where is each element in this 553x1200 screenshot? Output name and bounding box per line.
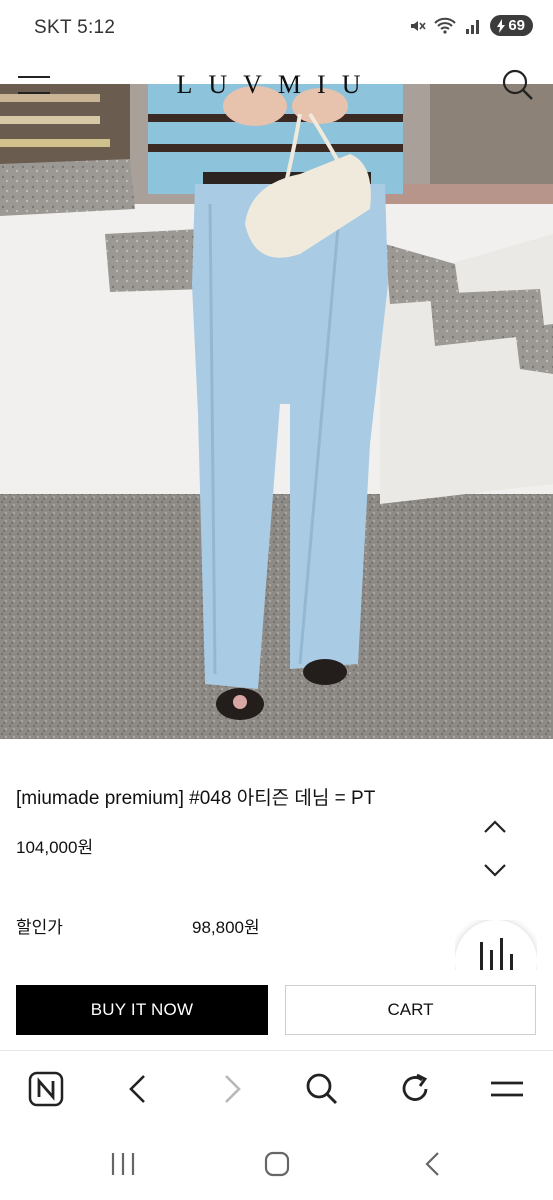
floating-action-button[interactable] bbox=[455, 920, 537, 970]
brand-logo[interactable]: LUVMIU bbox=[0, 70, 553, 100]
sale-price-label: 할인가 bbox=[16, 918, 63, 937]
product-price: 104,000원 bbox=[16, 838, 94, 857]
product-image[interactable] bbox=[0, 84, 553, 739]
site-header: LUVMIU bbox=[0, 56, 553, 100]
status-icons: 69 bbox=[408, 15, 533, 36]
bar-chart-icon bbox=[480, 938, 513, 970]
naver-icon[interactable] bbox=[26, 1069, 66, 1109]
browser-toolbar bbox=[0, 1051, 553, 1127]
recent-apps-icon[interactable] bbox=[108, 1149, 138, 1179]
cart-button[interactable]: CART bbox=[285, 985, 536, 1035]
back-arrow-icon[interactable] bbox=[118, 1069, 158, 1109]
product-photo bbox=[0, 84, 553, 739]
forward-arrow-icon[interactable] bbox=[212, 1069, 252, 1109]
battery-level: 69 bbox=[508, 17, 525, 34]
wifi-icon bbox=[434, 17, 457, 34]
system-navigation-bar bbox=[0, 1127, 553, 1200]
charging-icon bbox=[497, 18, 506, 33]
status-bar: SKT 5:12 69 bbox=[0, 0, 553, 56]
product-title: [miumade premium] #048 아티즌 데님 = PT bbox=[16, 788, 376, 809]
chevron-down-icon[interactable] bbox=[482, 860, 508, 880]
signal-icon bbox=[466, 19, 480, 34]
sale-price-value: 98,800원 bbox=[192, 918, 260, 937]
buy-now-button[interactable]: BUY IT NOW bbox=[16, 985, 268, 1035]
mute-icon bbox=[411, 20, 426, 31]
carrier-time: SKT 5:12 bbox=[34, 17, 116, 38]
refresh-icon[interactable] bbox=[395, 1069, 435, 1109]
search-icon[interactable] bbox=[501, 68, 535, 102]
back-icon[interactable] bbox=[418, 1149, 448, 1179]
home-icon[interactable] bbox=[262, 1149, 292, 1179]
purchase-actions: BUY IT NOW CART bbox=[0, 970, 553, 1051]
search-icon[interactable] bbox=[302, 1069, 342, 1109]
chevron-up-icon[interactable] bbox=[482, 817, 508, 837]
battery-indicator: 69 bbox=[490, 15, 533, 36]
menu-icon[interactable] bbox=[487, 1069, 527, 1109]
